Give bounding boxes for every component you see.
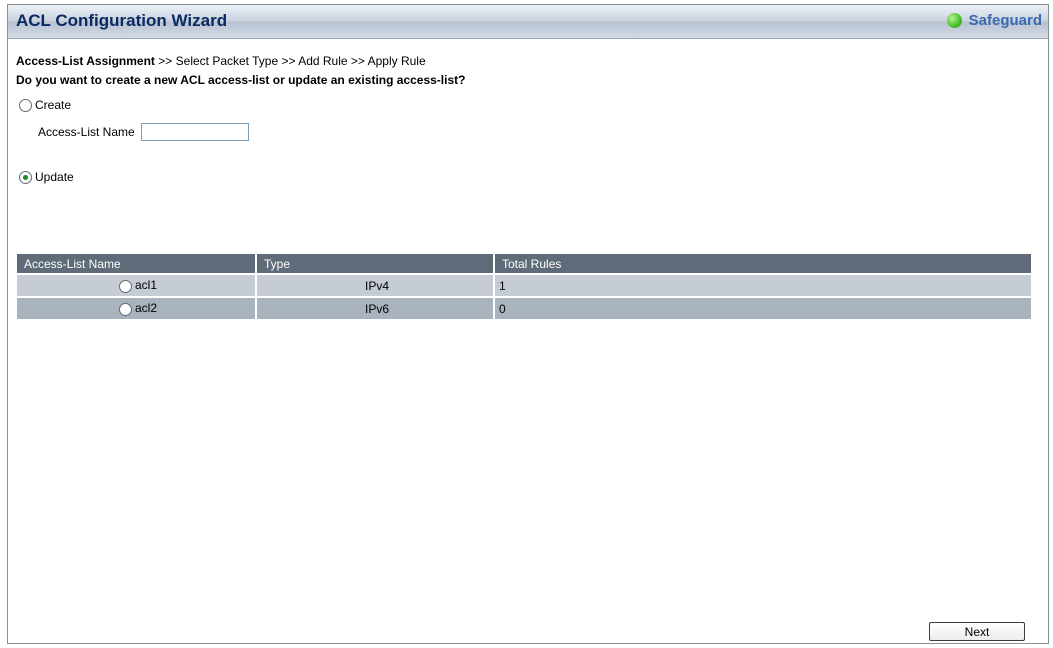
column-header-access-list-name: Access-List Name bbox=[17, 254, 257, 273]
breadcrumb-step-access-list-assignment: Access-List Assignment bbox=[16, 54, 155, 68]
create-radio[interactable] bbox=[19, 98, 32, 112]
acl-select-radio[interactable] bbox=[118, 279, 132, 293]
acl-total-rules-cell: 0 bbox=[495, 296, 1031, 319]
table-row: acl2 IPv6 0 bbox=[17, 296, 1031, 319]
access-list-table: Access-List Name Type Total Rules acl1 I… bbox=[17, 254, 1031, 319]
breadcrumb-separator: >> bbox=[158, 54, 173, 68]
safeguard-label: Safeguard bbox=[968, 12, 1042, 29]
update-option[interactable]: Update bbox=[19, 170, 74, 184]
breadcrumb-separator: >> bbox=[350, 54, 365, 68]
table-header-row: Access-List Name Type Total Rules bbox=[17, 254, 1031, 273]
update-label: Update bbox=[35, 170, 74, 184]
column-header-total-rules: Total Rules bbox=[495, 254, 1031, 273]
acl-name-cell[interactable]: acl1 bbox=[17, 273, 257, 296]
column-header-type: Type bbox=[257, 254, 495, 273]
acl-type-cell: IPv4 bbox=[257, 273, 495, 296]
acl-type-cell: IPv6 bbox=[257, 296, 495, 319]
wizard-question: Do you want to create a new ACL access-l… bbox=[16, 73, 466, 87]
acl-name: acl2 bbox=[134, 301, 157, 316]
create-label: Create bbox=[35, 98, 72, 112]
acl-name-cell[interactable]: acl2 bbox=[17, 296, 257, 319]
breadcrumb-step-select-packet-type: Select Packet Type bbox=[175, 54, 279, 68]
breadcrumb-step-add-rule: Add Rule bbox=[298, 54, 348, 68]
status-dot-icon bbox=[946, 13, 962, 28]
acl-name: acl1 bbox=[134, 278, 157, 293]
table-row: acl1 IPv4 1 bbox=[17, 273, 1031, 296]
access-list-name-label: Access-List Name bbox=[38, 125, 135, 139]
title-bar: ACL Configuration Wizard Safeguard bbox=[8, 5, 1048, 39]
acl-total-rules-cell: 1 bbox=[495, 273, 1031, 296]
access-list-name-row: Access-List Name bbox=[38, 123, 249, 141]
breadcrumb-separator: >> bbox=[281, 54, 296, 68]
breadcrumb: Access-List Assignment >> Select Packet … bbox=[16, 54, 426, 68]
page-title: ACL Configuration Wizard bbox=[16, 11, 228, 30]
create-option[interactable]: Create bbox=[19, 98, 71, 112]
access-list-name-input[interactable] bbox=[140, 123, 249, 141]
acl-select-radio[interactable] bbox=[118, 302, 132, 316]
wizard-page: ACL Configuration Wizard Safeguard bbox=[7, 4, 1049, 644]
safeguard-indicator: Safeguard bbox=[946, 12, 1042, 29]
next-button[interactable]: Next bbox=[929, 622, 1025, 641]
update-radio[interactable] bbox=[19, 170, 32, 184]
breadcrumb-step-apply-rule: Apply Rule bbox=[367, 54, 426, 68]
